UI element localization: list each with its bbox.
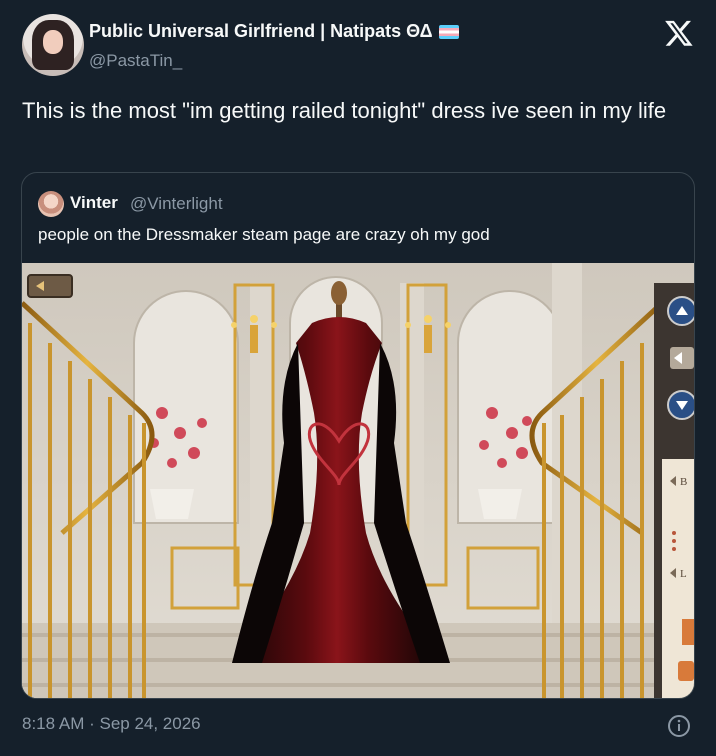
svg-text:L: L <box>680 568 687 580</box>
tweet-text: This is the most "im getting railed toni… <box>22 98 667 123</box>
quoted-handle: @Vinterlight <box>130 194 223 213</box>
game-left-arrow <box>670 347 694 369</box>
author-handle[interactable]: @PastaTin_ <box>89 51 182 71</box>
game-back-button <box>27 274 73 298</box>
game-down-button <box>667 390 694 420</box>
game-up-button <box>667 296 694 326</box>
trans-flag-icon <box>438 24 459 39</box>
quoted-name: Vinter <box>70 193 118 212</box>
quoted-avatar <box>38 191 64 217</box>
x-logo-icon[interactable] <box>664 18 694 48</box>
author-name-text: Public Universal Girlfriend | Natipats Θ… <box>89 21 433 41</box>
quoted-media-image[interactable]: B L <box>22 263 694 698</box>
author-display-name[interactable]: Public Universal Girlfriend | Natipats Θ… <box>89 21 459 42</box>
quoted-tweet-card[interactable]: Vinter @Vinterlight people on the Dressm… <box>21 172 695 699</box>
quoted-text: people on the Dressmaker steam page are … <box>38 225 490 244</box>
game-screenshot: B L <box>22 263 694 698</box>
author-avatar[interactable] <box>22 14 84 76</box>
svg-text:B: B <box>680 476 687 488</box>
tweet-timestamp[interactable]: 8:18 AM · Sep 24, 2026 <box>22 714 201 734</box>
info-icon[interactable] <box>667 714 691 738</box>
